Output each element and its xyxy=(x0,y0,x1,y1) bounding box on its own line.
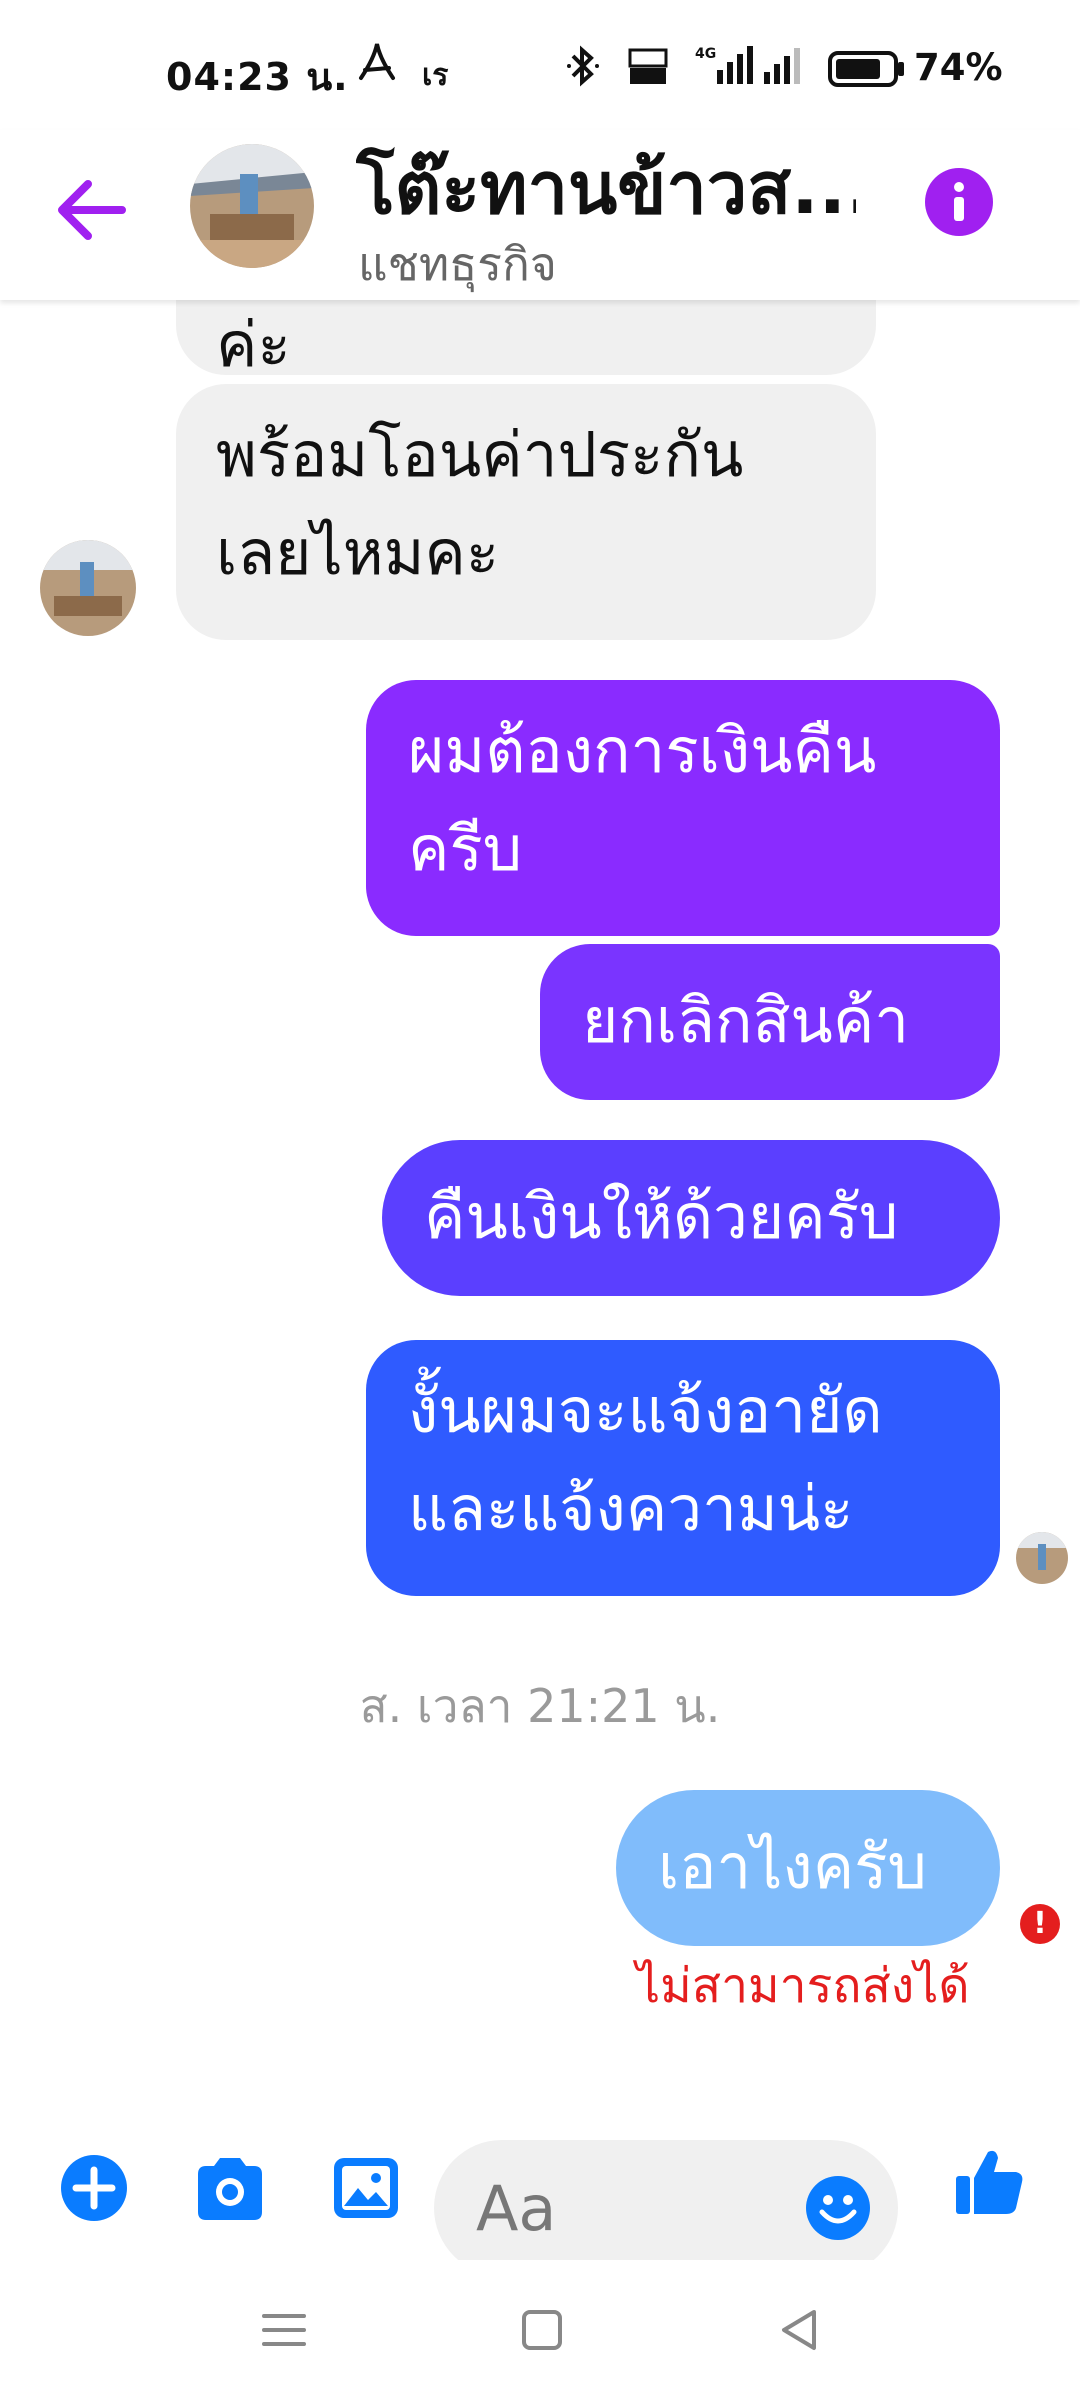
send-error-text[interactable]: ไม่สามารถส่งได้ xyxy=(636,1948,970,2024)
bluetooth-icon xyxy=(565,44,601,97)
info-button[interactable] xyxy=(925,168,993,236)
message-list[interactable]: ค่ะ พร้อมโอนค่าประกันเลยไหมคะ ผมต้องการเ… xyxy=(0,300,1080,2060)
message-input[interactable]: Aa xyxy=(434,2140,898,2276)
camera-button[interactable] xyxy=(192,2152,264,2224)
battery-percent: 74% xyxy=(914,46,1003,89)
message-bubble-incoming[interactable]: พร้อมโอนค่าประกันเลยไหมคะ xyxy=(176,384,876,640)
message-bubble-incoming[interactable]: ค่ะ xyxy=(176,300,876,380)
thumbs-up-icon xyxy=(956,2150,1023,2214)
message-text: ผมต้องการเงินคืนครีบ xyxy=(408,714,877,885)
contact-avatar[interactable] xyxy=(190,144,314,268)
system-navigation-bar xyxy=(0,2260,1080,2400)
recent-apps-button[interactable] xyxy=(254,2300,314,2360)
back-nav-button[interactable] xyxy=(770,2300,830,2360)
cell-signal-2-icon xyxy=(762,44,812,97)
home-square-icon xyxy=(522,2310,562,2350)
volte-icon xyxy=(626,44,670,97)
gallery-button[interactable] xyxy=(330,2152,402,2224)
back-arrow-icon xyxy=(58,180,126,240)
message-bubble-outgoing[interactable]: คืนเงินให้ด้วยครับ xyxy=(382,1140,1000,1296)
chat-header: โต๊ะทานข้าวส... แชทธุรกิจ xyxy=(0,130,1080,300)
seen-receipt-avatar xyxy=(1016,1532,1068,1584)
messenger-chat-screen: 04:23 น. เร 4G 74% โต๊ะทานข้าวส... แชทธุ… xyxy=(0,0,1080,2400)
message-composer: Aa xyxy=(0,2060,1080,2276)
info-icon xyxy=(954,182,964,221)
message-text: พร้อมโอนค่าประกันเลยไหมคะ xyxy=(216,418,744,589)
message-bubble-outgoing[interactable]: ผมต้องการเงินคืนครีบ xyxy=(366,680,1000,936)
svg-text:4G: 4G xyxy=(695,46,716,62)
battery-icon xyxy=(828,50,906,97)
message-text: คืนเงินให้ด้วยครับ xyxy=(424,1180,899,1253)
message-bubble-outgoing[interactable]: งั้นผมจะแจ้งอายัดและแจ้งความน่ะ xyxy=(366,1340,1000,1596)
status-bar: 04:23 น. เร 4G 74% xyxy=(0,0,1080,130)
menu-icon xyxy=(262,2314,306,2346)
message-text: งั้นผมจะแจ้งอายัดและแจ้งความน่ะ xyxy=(408,1374,883,1545)
message-input-placeholder: Aa xyxy=(476,2172,557,2245)
contact-subtitle: แชทธุรกิจ xyxy=(358,237,557,291)
sender-avatar[interactable] xyxy=(40,540,136,636)
plus-icon xyxy=(61,2155,127,2221)
status-time: 04:23 น. xyxy=(166,55,349,99)
message-timestamp: ส. เวลา 21:21 น. xyxy=(359,1679,721,1733)
back-button[interactable] xyxy=(52,170,132,250)
message-text: ยกเลิกสินค้า xyxy=(582,984,910,1057)
emoji-icon xyxy=(806,2176,870,2240)
extra-notification-label: เร xyxy=(422,58,449,93)
send-error-icon[interactable]: ! xyxy=(1020,1904,1060,1944)
message-bubble-outgoing[interactable]: ยกเลิกสินค้า xyxy=(540,944,1000,1100)
message-text: ค่ะ xyxy=(216,308,291,381)
acrobat-notification-icon xyxy=(355,40,399,93)
camera-icon xyxy=(198,2158,262,2220)
message-text: เอาไงครับ xyxy=(658,1830,927,1903)
photo-gallery-icon xyxy=(334,2158,398,2218)
home-button[interactable] xyxy=(512,2300,572,2360)
cell-signal-4g-icon: 4G xyxy=(693,44,757,97)
back-triangle-icon xyxy=(782,2310,816,2350)
message-bubble-failed[interactable]: เอาไงครับ xyxy=(616,1790,1000,1946)
like-button[interactable] xyxy=(952,2144,1024,2216)
add-button[interactable] xyxy=(58,2152,130,2224)
emoji-button[interactable] xyxy=(804,2174,872,2242)
